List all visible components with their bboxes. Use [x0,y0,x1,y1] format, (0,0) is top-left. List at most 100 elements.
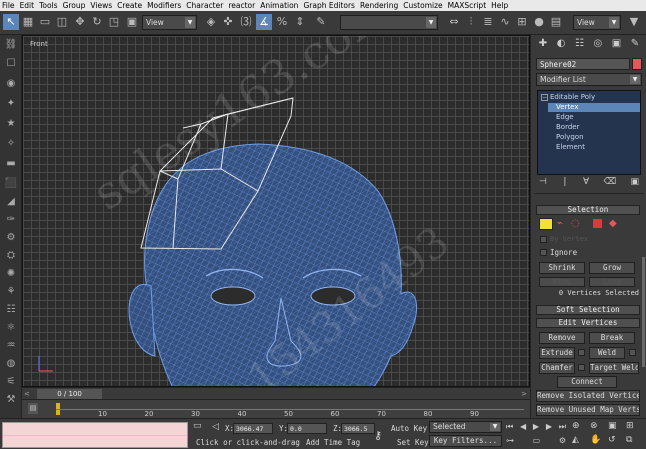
play-icon[interactable]: ▶ [533,422,539,434]
next-frame-icon[interactable]: > [521,390,527,398]
polygon-mode-icon[interactable] [593,219,602,228]
modifier-list-dropdown[interactable]: Modifier List ▼ [536,73,642,86]
hair-icon[interactable]: ⚘ [3,285,19,299]
shapes-icon[interactable]: ◢ [3,195,19,209]
extrude-settings-icon[interactable] [578,349,585,356]
menu-item-graph-editors[interactable]: Graph Editors [303,1,355,10]
grow-button[interactable]: Grow [589,262,635,274]
wind-icon[interactable]: ⚟ [3,375,19,389]
auto-key-button[interactable]: Auto Key [391,424,427,433]
menu-item-customize[interactable]: Customize [403,1,442,10]
weld-button[interactable]: Weld [589,347,625,359]
shrink-button[interactable]: Shrink [539,262,585,274]
selection-rollout-header[interactable]: Selection [536,205,640,215]
particles-icon[interactable]: ✺ [3,267,19,281]
selection-lock-icon[interactable]: ▭ [193,421,205,433]
go-to-end-icon[interactable]: ⏭ [559,422,566,434]
render-setup-icon[interactable]: ▤ [548,14,564,30]
motion-tab-icon[interactable]: ◎ [594,38,603,52]
by-vertex-checkbox[interactable] [540,236,547,243]
vertex-mode-icon[interactable] [539,218,553,230]
current-frame-field[interactable]: ▭ [533,436,541,448]
stack-item-editable-poly[interactable]: Editable Poly [550,93,595,101]
mirror-icon[interactable]: ⇔ [446,14,462,30]
next-frame-icon[interactable]: ▶ [546,422,552,434]
select-manipulate-icon[interactable]: ✜ [220,14,236,30]
create-tab-icon[interactable]: ✚ [539,38,547,52]
edit-vertices-rollout-header[interactable]: Edit Vertices [536,318,640,328]
select-move-icon[interactable]: ✥ [72,14,88,30]
add-time-tag[interactable]: Add Time Tag [306,438,360,447]
y-coordinate-field[interactable]: 0.0 [287,423,327,434]
menu-item-modifiers[interactable]: Modifiers [147,1,181,10]
stack-item-vertex[interactable]: Vertex [556,103,579,111]
light-icon[interactable]: ✦ [3,97,19,111]
rect-selection-icon[interactable]: ▭ [37,14,53,30]
element-mode-icon[interactable]: ◆ [609,218,617,229]
ring-button[interactable]: Ring [539,277,585,287]
key-mode-dropdown[interactable]: Selected ▼ [429,421,502,433]
scale-icon[interactable]: ▣ [124,14,140,30]
render-type-dropdown[interactable]: View ▼ [573,15,621,30]
utilities-tab-icon[interactable]: ✎ [631,38,639,52]
make-unique-icon[interactable]: ∀ [583,177,589,189]
field-of-view-icon[interactable]: ◭ [572,435,590,449]
set-key-button[interactable]: Set Key [397,438,429,447]
geometry-icon[interactable]: ⬛ [3,177,19,191]
maximize-viewport-icon[interactable]: ⧉ [626,435,644,449]
display-tab-icon[interactable]: ▣ [612,38,621,52]
snap-toggle-icon[interactable]: ⑶ [238,14,254,30]
menu-item-animation[interactable]: Animation [260,1,298,10]
zoom-icon[interactable]: ⊕ [572,421,590,435]
select-by-name-icon[interactable]: ▦ [20,14,36,30]
menu-item-tools[interactable]: Tools [39,1,57,10]
frame-counter[interactable]: 0 / 100 [37,389,102,399]
align-icon[interactable]: ⫶ [463,14,479,30]
soft-selection-rollout-header[interactable]: Soft Selection [536,305,640,315]
reactor-icon[interactable]: ⚛ [3,321,19,335]
schematic-view-icon[interactable]: ⊞ [514,14,530,30]
edge-mode-icon[interactable]: ⌁ [557,218,563,229]
zoom-extents-all-icon[interactable]: ⊞ [626,421,644,435]
chamfer-button[interactable]: Chamfer [539,362,575,374]
remove-button[interactable]: Remove [539,332,585,344]
key-filters-button[interactable]: Key Filters... [429,435,502,447]
pin-stack-icon[interactable]: ⊣ [539,177,547,189]
menu-item-rendering[interactable]: Rendering [360,1,398,10]
quick-render-icon[interactable]: ▼ [626,14,642,30]
menu-item-edit[interactable]: Edit [20,1,35,10]
time-slider[interactable]: 0 / 100 < > [22,387,530,399]
layer-manager-icon[interactable]: ≣ [480,14,496,30]
remove-isolated-vertices-button[interactable]: Remove Isolated Vertices [536,390,640,402]
stack-item-element[interactable]: Element [556,143,585,151]
stack-item-edge[interactable]: Edge [556,113,574,121]
key-icon[interactable]: ⚷ [374,429,382,442]
menu-item-group[interactable]: Group [63,1,86,10]
spring-icon[interactable]: ♒ [3,339,19,353]
menu-item-character[interactable]: Character [186,1,223,10]
weld-settings-icon[interactable] [629,349,636,356]
cloth-icon[interactable]: ☷ [3,303,19,317]
zoom-all-icon[interactable]: ⊗ [590,421,608,435]
helpers-icon[interactable]: ✑ [3,213,19,227]
select-object-icon[interactable]: ↖ [3,14,19,30]
track-bar[interactable]: ▤ 10 20 30 40 50 60 70 80 90 [22,399,530,418]
menu-item-maxscript[interactable]: MAXScript [448,1,487,10]
bind-space-warp-icon[interactable]: ◉ [3,77,19,91]
show-end-result-icon[interactable]: ❘ [561,177,569,189]
command-panel-scrollbar[interactable] [642,257,645,367]
menu-item-create[interactable]: Create [117,1,142,10]
named-selection-icon[interactable]: ✎ [313,14,329,30]
rigid-body-icon[interactable]: ◍ [3,357,19,371]
border-mode-icon[interactable]: ◌ [571,218,580,229]
break-button[interactable]: Break [589,332,635,344]
loop-button[interactable]: Loop [589,277,635,287]
pan-icon[interactable]: ✋ [590,435,608,449]
motor-icon[interactable]: ⚒ [3,393,19,407]
select-filter-icon[interactable]: ✧ [3,137,19,151]
zoom-extents-icon[interactable]: ▣ [608,421,626,435]
angle-snap-icon[interactable]: ∡ [256,14,272,30]
collapse-icon[interactable]: − [541,94,548,101]
chamfer-settings-icon[interactable] [578,364,585,371]
ignore-backfacing-checkbox[interactable] [540,249,547,256]
